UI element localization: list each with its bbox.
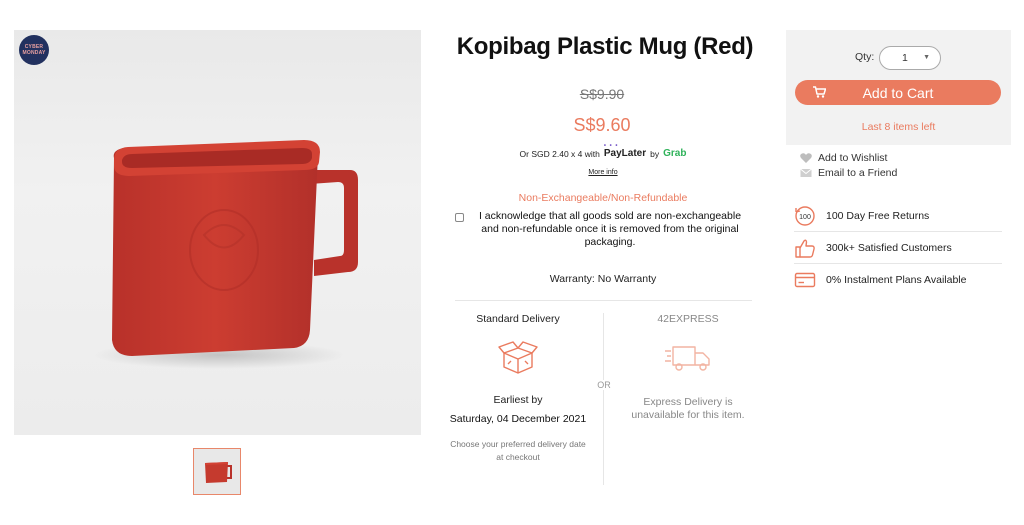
thumbs-up-icon <box>795 239 815 258</box>
paylater-prefix: Or SGD 2.40 x 4 with <box>519 148 600 159</box>
sale-price: S$9.60 <box>573 115 631 135</box>
heart-icon <box>800 153 812 163</box>
perk-satisfied-customers: 300k+ Satisfied Customers <box>794 232 1002 264</box>
quantity-select[interactable]: 1 ▼ <box>879 46 941 70</box>
envelope-icon <box>800 168 812 177</box>
acknowledge-checkbox[interactable] <box>455 213 464 222</box>
original-price: S$9.90 <box>579 86 625 102</box>
product-title: Kopibag Plastic Mug (Red) <box>456 33 754 60</box>
cart-icon <box>813 86 826 98</box>
divider <box>455 300 752 301</box>
paylater-brand: PayLater <box>603 148 647 159</box>
email-friend-label: Email to a Friend <box>818 167 898 179</box>
acknowledge-text: I acknowledge that all goods sold are no… <box>478 210 742 248</box>
add-to-cart-label: Add to Cart <box>862 84 934 101</box>
perk-free-returns: 100 100 Day Free Returns <box>794 200 1002 232</box>
delivery-truck-icon <box>665 346 710 371</box>
badge-line-2: MONDAY <box>22 50 46 56</box>
stock-notice: Last 8 items left <box>861 121 936 133</box>
more-info-link[interactable]: More info <box>578 169 628 176</box>
paylater-logo: • • • PayLater <box>603 143 647 159</box>
warranty-info: Warranty: No Warranty <box>549 273 657 285</box>
express-delivery-title: 42EXPRESS <box>657 313 719 325</box>
delivery-date-note: Choose your preferred delivery date at c… <box>450 439 586 462</box>
red-mug-illustration <box>94 140 358 369</box>
perk-label: 0% Instalment Plans Available <box>826 274 967 286</box>
express-delivery: 42EXPRESS Express Delivery is unavailabl… <box>618 313 758 422</box>
return-policy-notice: Non-Exchangeable/Non-Refundable <box>518 192 688 204</box>
quantity-value: 1 <box>902 52 908 64</box>
delivery-divider <box>603 313 604 485</box>
chevron-down-icon: ▼ <box>923 54 930 61</box>
paylater-offer: Or SGD 2.40 x 4 with • • • PayLater by Gr… <box>470 143 736 159</box>
express-unavailable-note: Express Delivery is unavailable for this… <box>631 396 745 421</box>
grab-logo: Grab <box>663 148 687 159</box>
paylater-by: by <box>650 148 660 159</box>
returns-100-icon: 100 <box>795 206 815 226</box>
perk-instalment-plans: 0% Instalment Plans Available <box>794 264 1002 296</box>
add-to-cart-button[interactable]: Add to Cart <box>795 80 1001 105</box>
earliest-date: Saturday, 04 December 2021 <box>449 413 587 425</box>
quantity-label: Qty: <box>855 51 875 63</box>
wishlist-label: Add to Wishlist <box>818 152 888 164</box>
open-box-icon <box>498 341 538 374</box>
cyber-monday-badge: CYBER MONDAY <box>19 35 49 65</box>
thumbnail-mug <box>194 449 240 494</box>
or-separator: OR <box>592 380 616 390</box>
product-main-image[interactable]: CYBER MONDAY <box>14 30 421 435</box>
add-to-wishlist-link[interactable]: Add to Wishlist <box>800 152 887 164</box>
perk-label: 300k+ Satisfied Customers <box>826 242 952 254</box>
email-friend-link[interactable]: Email to a Friend <box>800 167 897 179</box>
perk-label: 100 Day Free Returns <box>826 210 930 222</box>
earliest-label: Earliest by <box>493 394 543 406</box>
standard-delivery-title: Standard Delivery <box>476 313 560 325</box>
product-thumbnail[interactable] <box>193 448 241 495</box>
standard-delivery: Standard Delivery Earliest by Saturday, … <box>448 313 588 464</box>
credit-card-icon <box>794 272 816 288</box>
svg-text:100: 100 <box>799 214 811 221</box>
